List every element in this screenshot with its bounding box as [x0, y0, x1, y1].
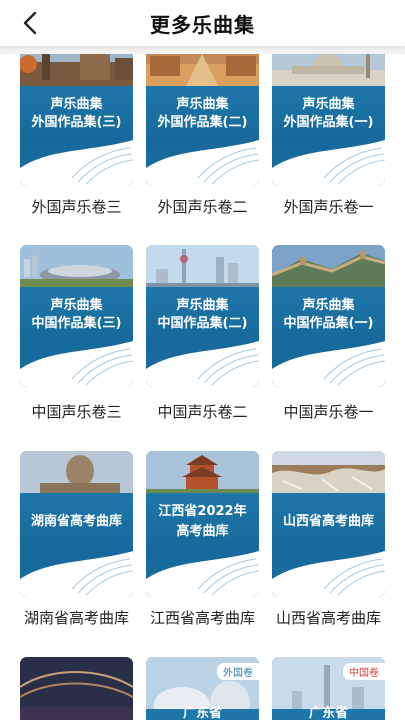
cover-title-line: 湖南省高考曲库 [30, 514, 122, 529]
cover-wave [20, 551, 133, 597]
header-divider [0, 46, 405, 54]
collection-label[interactable]: 中国声乐卷二 [140, 401, 265, 422]
collection-label[interactable]: 外国声乐卷二 [140, 196, 265, 217]
collection-label[interactable]: 中国声乐卷一 [266, 401, 391, 422]
collection-tag: 外国卷 [217, 663, 259, 680]
cover-photo [146, 451, 259, 493]
cover-wave [20, 140, 133, 186]
collection-label[interactable]: 外国声乐卷一 [266, 196, 391, 217]
cover-title-line: 声乐曲集 [302, 298, 355, 313]
cover-photo [146, 245, 259, 287]
cover-wave [272, 341, 385, 387]
cover-title-line: 外国作品集(二) [157, 115, 248, 130]
collection-label[interactable]: 外国声乐卷三 [14, 196, 139, 217]
collection-label[interactable]: 山西省高考曲库 [266, 607, 391, 628]
collection-cover[interactable]: 声乐曲集 外国作品集(三) [20, 44, 133, 186]
cover-title-line: 声乐曲集 [176, 97, 229, 112]
page-title: 更多乐曲集 [150, 13, 255, 37]
cover-title-line: 中国作品集(一) [283, 316, 374, 331]
collection-cover[interactable]: 中国卷 广东省 [272, 657, 385, 720]
cover-photo [20, 657, 133, 720]
cover-title-line: 外国作品集(三) [31, 115, 122, 130]
cover-wave [146, 140, 259, 186]
cover-photo [272, 245, 385, 287]
collection-tag: 中国卷 [343, 663, 385, 680]
cover-title-line: 中国作品集(二) [157, 316, 248, 331]
cover-title-line: 声乐曲集 [50, 298, 103, 313]
cover-photo [272, 451, 385, 493]
top-bar: 更多乐曲集 [0, 0, 405, 46]
cover-wave [20, 341, 133, 387]
cover-title-line: 江西省2022年 [158, 504, 247, 519]
collection-label[interactable]: 江西省高考曲库 [140, 607, 265, 628]
cover-wave [146, 341, 259, 387]
cover-title-line: 外国作品集(一) [283, 115, 374, 130]
collection-cover[interactable]: 山西省高考曲库 [272, 451, 385, 597]
cover-title-line: 声乐曲集 [50, 97, 103, 112]
collection-cover[interactable]: 声乐曲集 外国作品集(二) [146, 44, 259, 186]
collection-cover[interactable] [20, 657, 133, 720]
collection-cover[interactable]: 声乐曲集 外国作品集(一) [272, 44, 385, 186]
cover-wave [272, 140, 385, 186]
cover-wave [272, 551, 385, 597]
collection-cover[interactable]: 声乐曲集 中国作品集(一) [272, 245, 385, 387]
cover-title-line: 中国作品集(三) [31, 316, 122, 331]
cover-wave [146, 551, 259, 597]
cover-title-line: 山西省高考曲库 [282, 514, 374, 529]
collection-cover[interactable]: 湖南省高考曲库 [20, 451, 133, 597]
collection-cover[interactable]: 江西省2022年 高考曲库 [146, 451, 259, 597]
cover-title-line: 声乐曲集 [176, 298, 229, 313]
collection-cover[interactable]: 外国卷 广东省 [146, 657, 259, 720]
cover-title-line: 声乐曲集 [302, 97, 355, 112]
collection-cover[interactable]: 声乐曲集 中国作品集(二) [146, 245, 259, 387]
collection-label[interactable]: 湖南省高考曲库 [14, 607, 139, 628]
cover-photo [20, 245, 133, 287]
cover-title-line: 广东省 [308, 706, 348, 720]
cover-title-line: 高考曲库 [176, 524, 229, 539]
collection-cover[interactable]: 声乐曲集 中国作品集(三) [20, 245, 133, 387]
cover-photo [20, 451, 133, 493]
cover-title-line: 广东省 [182, 706, 222, 720]
collection-label[interactable]: 中国声乐卷三 [14, 401, 139, 422]
